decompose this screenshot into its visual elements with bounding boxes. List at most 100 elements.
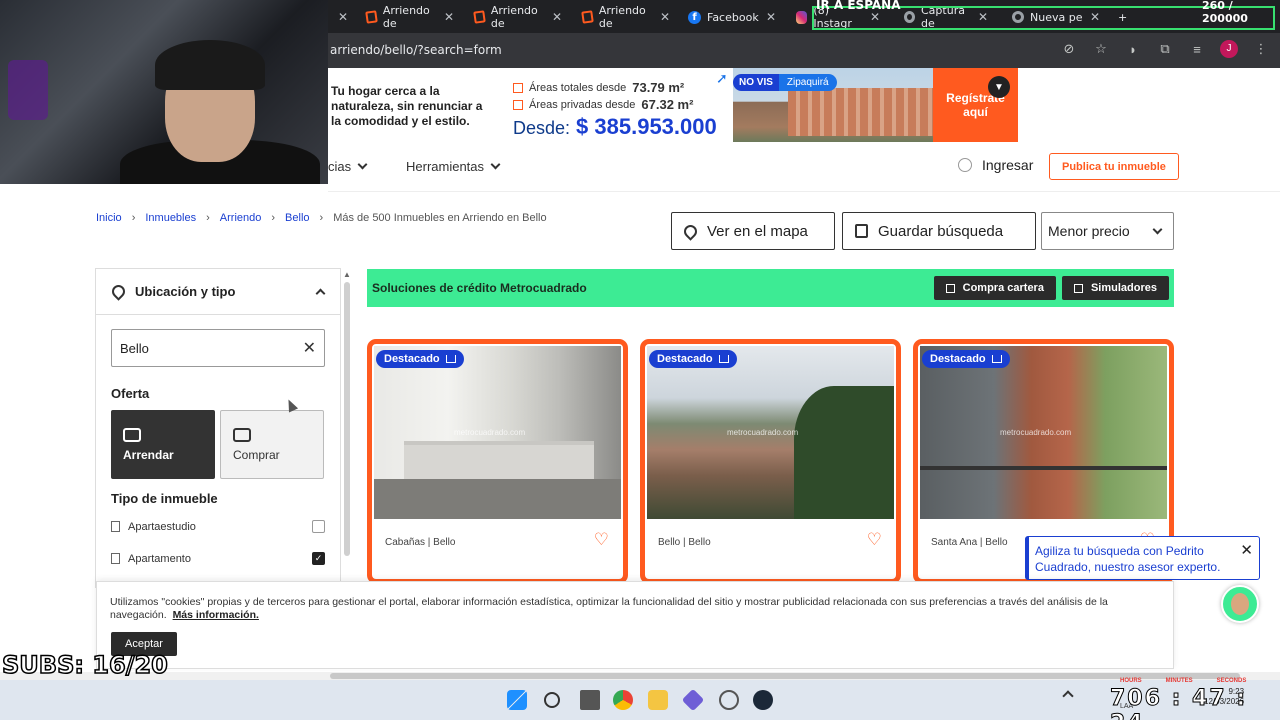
nav-item-partial-label: cias xyxy=(328,159,352,174)
settings-icon[interactable] xyxy=(719,690,739,710)
chat-message: Agiliza tu búsqueda con Pedrito Cuadrado… xyxy=(1035,544,1221,574)
breadcrumb-separator: › xyxy=(319,212,324,224)
project-badge: NO VIS xyxy=(733,74,779,91)
tab-arriendo-1[interactable]: Arriendo de ✕ xyxy=(358,4,462,30)
cookie-banner: Utilizamos "cookies" propias y de tercer… xyxy=(96,581,1174,669)
chevron-down-icon xyxy=(490,159,501,170)
featured-label: Destacado xyxy=(930,353,986,365)
offer-buy-label: Comprar xyxy=(233,447,280,462)
nav-item-partial[interactable]: cias xyxy=(328,159,368,174)
favorite-heart-icon[interactable]: ♡ xyxy=(867,530,882,550)
extensions-icon[interactable]: ⧉ xyxy=(1156,41,1174,57)
tab-arriendo-3[interactable]: Arriendo de ✕ xyxy=(574,4,678,30)
scroll-thumb[interactable] xyxy=(344,282,350,556)
chevron-up-icon[interactable] xyxy=(315,288,326,299)
favorite-heart-icon[interactable]: ♡ xyxy=(594,530,609,550)
chat-assistant-avatar[interactable] xyxy=(1221,585,1259,623)
banner-collapse-icon[interactable]: ▼ xyxy=(988,76,1010,98)
type-label: Apartamento xyxy=(128,552,191,565)
tab-facebook[interactable]: f Facebook ✕ xyxy=(680,4,784,30)
area-private-label: Áreas privadas desde xyxy=(529,98,636,111)
search-icon[interactable] xyxy=(544,692,560,708)
city-badge: Zipaquirá xyxy=(778,74,837,91)
streamer-webcam xyxy=(0,0,328,184)
breadcrumb-separator: › xyxy=(271,212,276,224)
tab-arriendo-2[interactable]: Arriendo de ✕ xyxy=(466,4,570,30)
offer-rent-button[interactable]: Arrendar xyxy=(111,410,215,479)
tab-label: Facebook xyxy=(707,10,759,24)
portfolio-purchase-button[interactable]: Compra cartera xyxy=(933,276,1056,300)
horizontal-scrollbar[interactable] xyxy=(0,672,1280,680)
listing-card[interactable]: metrocuadrado.com Destacado Bello | Bell… xyxy=(640,339,901,584)
location-input[interactable]: Bello ✕ xyxy=(111,329,325,367)
save-search-button[interactable]: Guardar búsqueda xyxy=(842,212,1036,250)
close-icon[interactable]: ✕ xyxy=(552,10,562,24)
filters-header[interactable]: Ubicación y tipo xyxy=(96,269,340,315)
featured-badge: Destacado xyxy=(376,350,464,368)
windows-taskbar xyxy=(0,680,1280,720)
login-link[interactable]: Ingresar xyxy=(958,157,1033,173)
area-total-label: Áreas totales desde xyxy=(529,81,627,94)
star-icon[interactable]: ☆ xyxy=(1092,41,1110,57)
close-icon[interactable]: ✕ xyxy=(766,10,776,24)
promo-banner[interactable]: Tu hogar cerca a la naturaleza, sin renu… xyxy=(328,68,1018,142)
listing-photo[interactable]: metrocuadrado.com xyxy=(374,346,621,519)
close-icon[interactable]: ✕ xyxy=(1240,543,1253,559)
simulators-button[interactable]: Simuladores xyxy=(1061,276,1169,300)
breadcrumb-arriendo[interactable]: Arriendo xyxy=(220,212,262,224)
credit-text: Soluciones de crédito Metrocuadrado xyxy=(372,281,587,295)
view-map-button[interactable]: Ver en el mapa xyxy=(671,212,835,250)
checkbox[interactable] xyxy=(312,520,325,533)
tab-label: Arriendo de xyxy=(490,4,538,30)
metrocuadrado-icon xyxy=(365,10,378,24)
cookie-text-block: Utilizamos "cookies" propias y de tercer… xyxy=(110,596,1160,622)
building-icon xyxy=(111,553,120,564)
filters-scrollbar[interactable]: ▲ xyxy=(342,270,352,560)
horizontal-scroll-thumb[interactable] xyxy=(330,673,1240,679)
listing-photo[interactable]: metrocuadrado.com xyxy=(647,346,894,519)
clear-icon[interactable]: ✕ xyxy=(303,338,316,358)
tab-close-partial[interactable]: ✕ xyxy=(330,4,356,30)
type-option-apartaestudio[interactable]: Apartaestudio xyxy=(111,520,325,533)
close-icon[interactable]: ✕ xyxy=(338,10,348,24)
portfolio-label: Compra cartera xyxy=(962,282,1044,294)
credit-strip: Soluciones de crédito Metrocuadrado Comp… xyxy=(367,269,1174,307)
nav-item-tools[interactable]: Herramientas xyxy=(406,159,501,174)
close-icon[interactable]: ✕ xyxy=(444,10,454,24)
breadcrumb-bello[interactable]: Bello xyxy=(285,212,309,224)
steam-icon[interactable] xyxy=(753,690,773,710)
url-field[interactable]: arriendo/bello/?search=form xyxy=(330,43,502,57)
menu-icon[interactable]: ⋮ xyxy=(1252,41,1270,57)
eye-off-icon[interactable]: ⊘ xyxy=(1060,41,1078,57)
vs-code-icon[interactable] xyxy=(681,688,705,712)
breadcrumb-home[interactable]: Inicio xyxy=(96,212,122,224)
photo-watermark: metrocuadrado.com xyxy=(454,428,526,437)
translate-icon[interactable]: ◗ xyxy=(1124,42,1142,57)
area-icon xyxy=(513,82,523,93)
scroll-up-arrow[interactable]: ▲ xyxy=(343,270,351,279)
task-view-icon[interactable] xyxy=(580,690,600,710)
sort-select[interactable]: Menor precio xyxy=(1041,212,1174,250)
featured-label: Destacado xyxy=(384,353,440,365)
offer-buy-button[interactable]: Comprar xyxy=(220,410,324,479)
user-icon xyxy=(958,158,972,172)
checkbox-checked[interactable]: ✓ xyxy=(312,552,325,565)
cookie-more-info-link[interactable]: Más información. xyxy=(173,609,259,621)
chrome-icon[interactable] xyxy=(613,690,633,710)
stream-subathon-timer: 706 : 47 : 24 xyxy=(1110,686,1248,720)
reading-list-icon[interactable]: ≡ xyxy=(1188,42,1206,57)
listing-card[interactable]: metrocuadrado.com Destacado Cabañas | Be… xyxy=(367,339,628,584)
area-private-value: 67.32 m² xyxy=(641,97,694,112)
breadcrumb-separator: › xyxy=(206,212,210,224)
listing-photo[interactable]: metrocuadrado.com xyxy=(920,346,1167,519)
type-option-apartamento[interactable]: Apartamento ✓ xyxy=(111,552,325,565)
close-icon[interactable]: ✕ xyxy=(660,10,670,24)
windows-start-icon[interactable] xyxy=(507,690,527,710)
breadcrumb-inmuebles[interactable]: Inmuebles xyxy=(145,212,196,224)
publish-property-button[interactable]: Publica tu inmueble xyxy=(1049,153,1179,180)
profile-avatar[interactable]: J xyxy=(1220,40,1238,58)
photo-watermark: metrocuadrado.com xyxy=(727,428,799,437)
file-explorer-icon[interactable] xyxy=(648,690,668,710)
property-type-title: Tipo de inmueble xyxy=(111,491,218,506)
chat-prompt[interactable]: Agiliza tu búsqueda con Pedrito Cuadrado… xyxy=(1025,536,1260,580)
